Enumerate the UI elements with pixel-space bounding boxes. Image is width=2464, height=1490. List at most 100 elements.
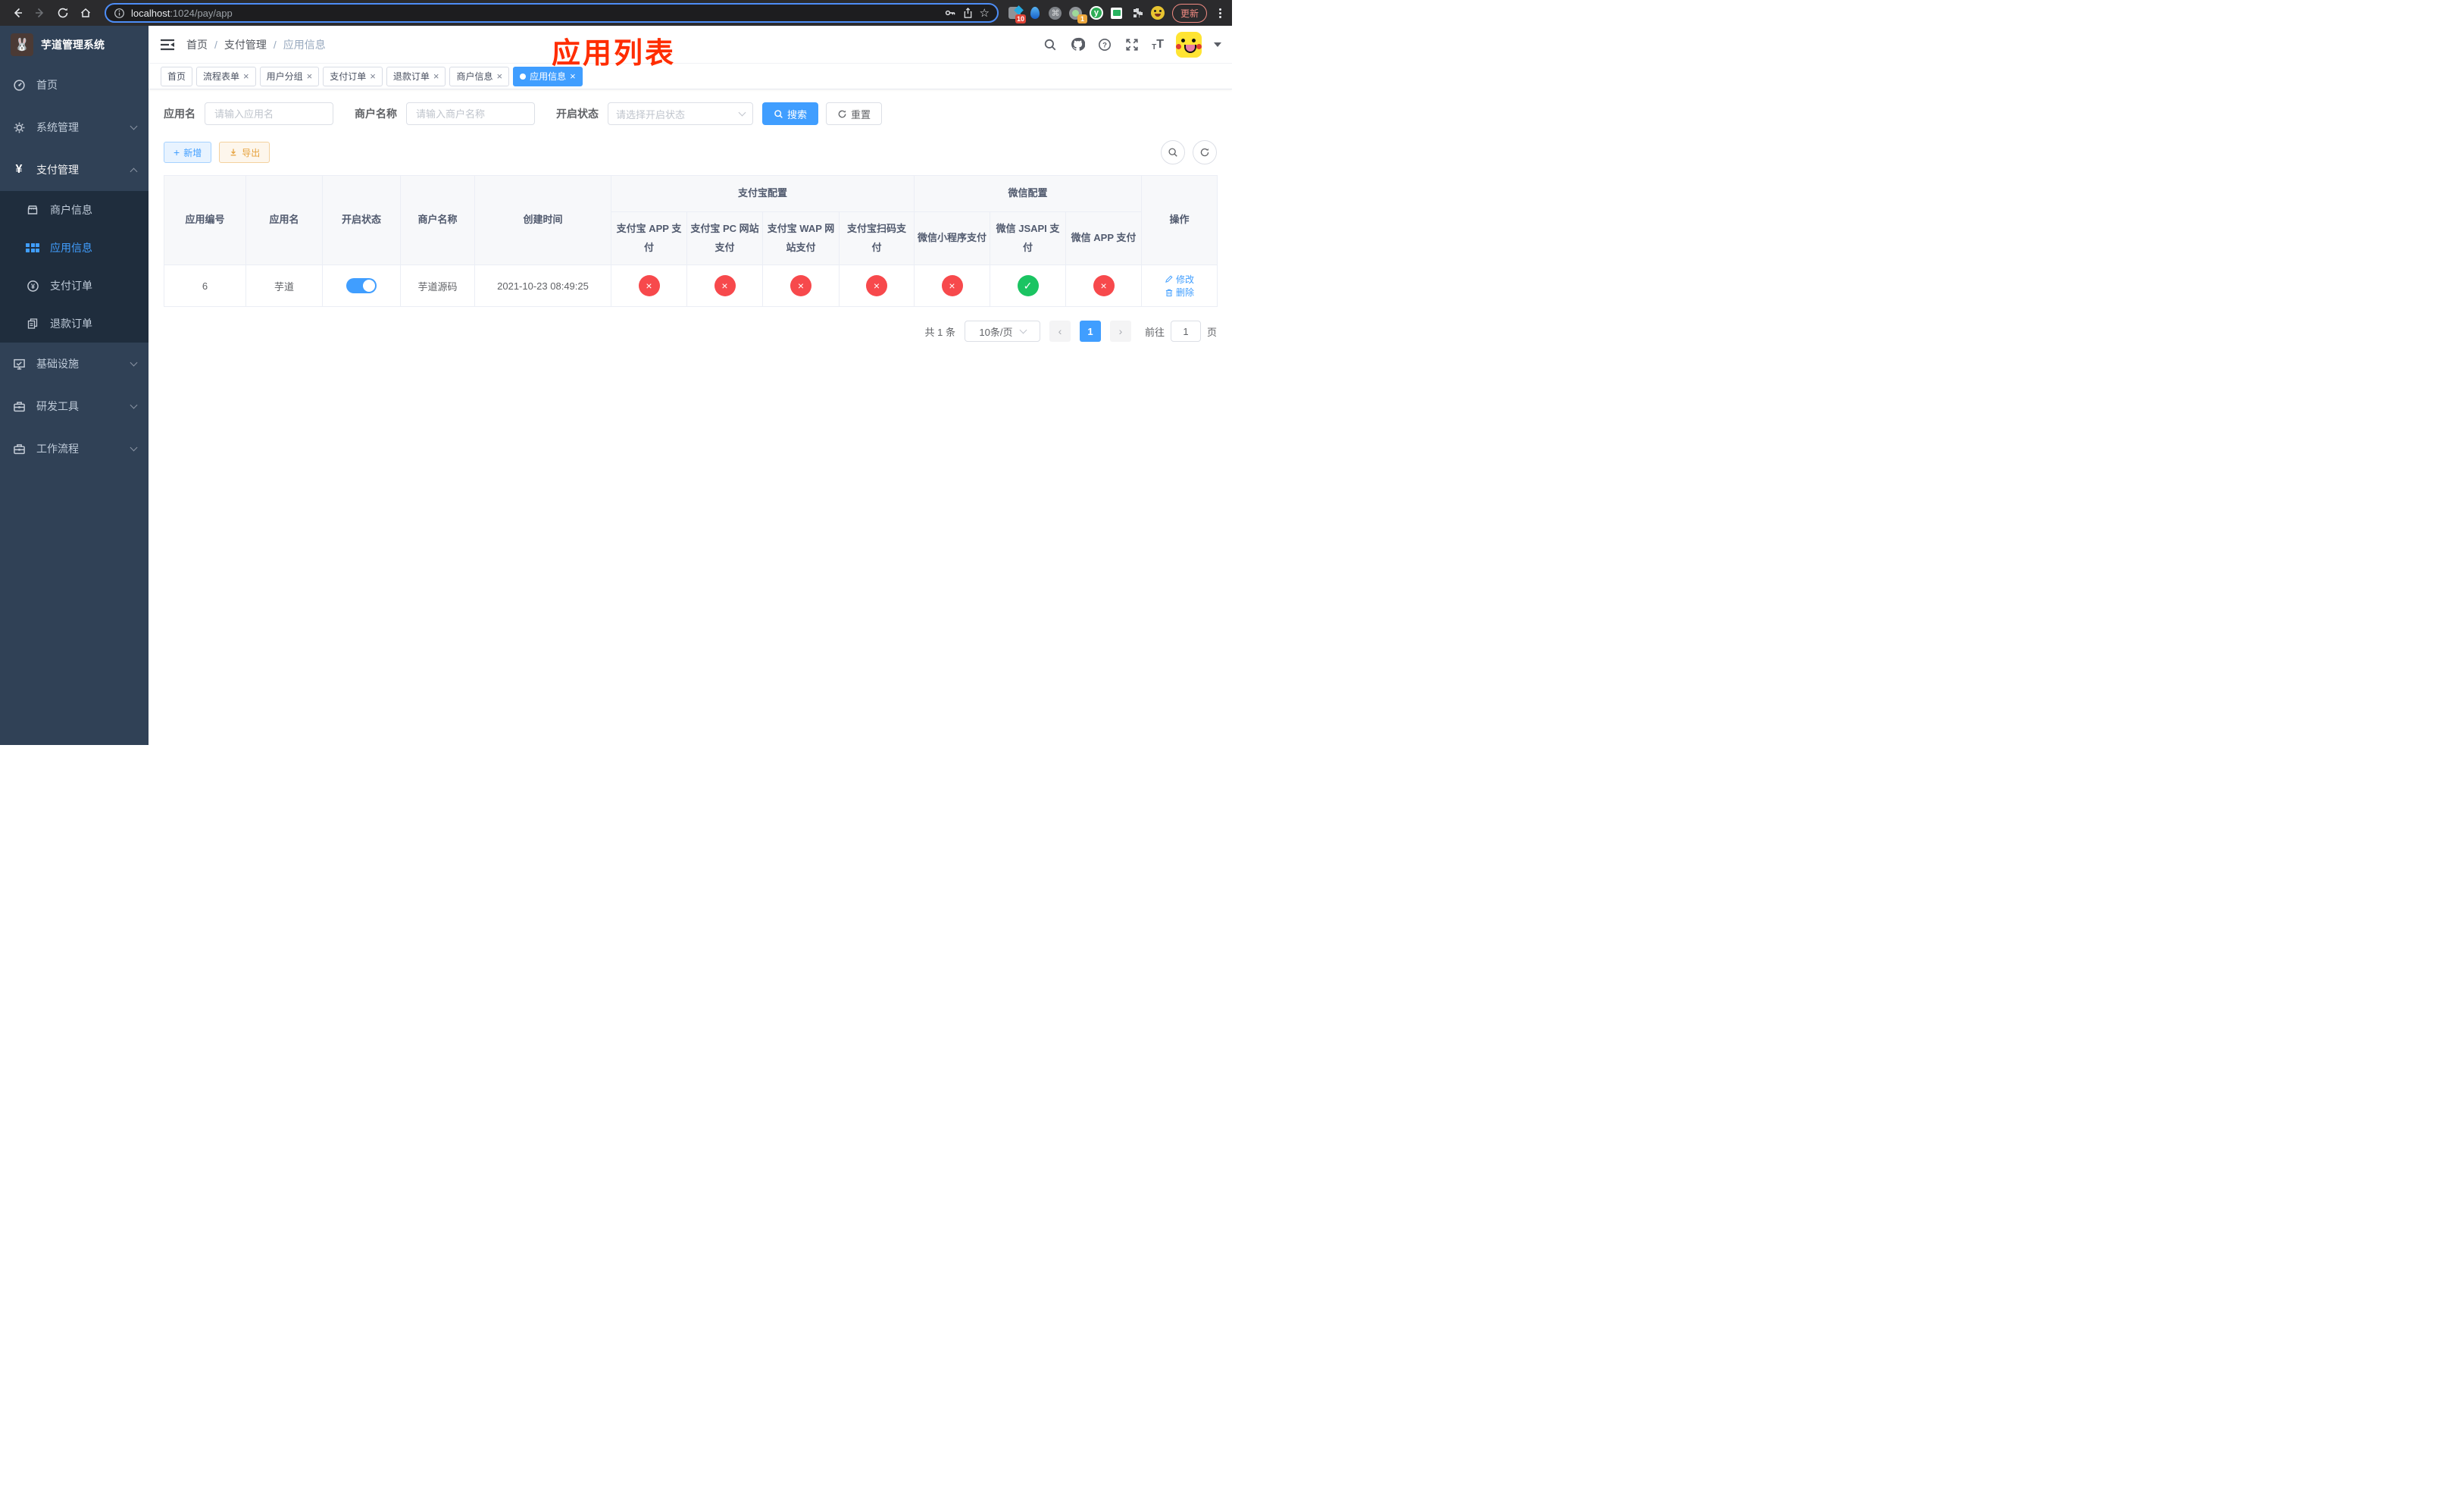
export-button[interactable]: 导出	[219, 142, 270, 163]
tags-view: 首页 流程表单 × 用户分组 × 支付订单 × 退款订单 × 商户信息 × 应用信息 ×	[149, 64, 1232, 89]
sidebar-item-pay-order[interactable]: ¥ 支付订单	[0, 267, 149, 305]
user-menu-caret-icon[interactable]	[1214, 42, 1221, 47]
goto-page-input[interactable]	[1170, 321, 1201, 343]
extensions-puzzle-icon[interactable]	[1130, 6, 1144, 20]
sidebar-item-workflow[interactable]: 工作流程	[0, 427, 149, 470]
chevron-up-icon	[130, 167, 138, 175]
close-icon[interactable]: ×	[307, 71, 313, 81]
github-icon[interactable]	[1070, 37, 1085, 52]
user-avatar[interactable]	[1176, 31, 1202, 58]
next-page-button[interactable]: ›	[1109, 321, 1131, 343]
close-icon[interactable]: ×	[496, 71, 502, 81]
browser-back-icon[interactable]	[8, 3, 27, 23]
col-header-app-name: 应用名	[245, 174, 323, 266]
proxy-extension-icon[interactable]: 1	[1069, 6, 1087, 23]
merchant-name-input[interactable]	[406, 102, 535, 125]
sidebar-item-home[interactable]: 首页	[0, 64, 149, 106]
delete-link[interactable]: 删除	[1165, 286, 1194, 299]
enabled-toggle[interactable]	[346, 278, 377, 294]
add-button[interactable]: + 新增	[164, 142, 212, 163]
sidebar-item-payment[interactable]: ¥ 支付管理	[0, 149, 149, 191]
app-table: 应用编号 应用名 开启状态 商户名称 创建时间 支付宝配置 微信配置 操作 支付…	[164, 174, 1218, 308]
toggle-search-button[interactable]	[1161, 140, 1185, 164]
sidebar-item-dev-tools[interactable]: 研发工具	[0, 385, 149, 427]
breadcrumb: 首页 / 支付管理 / 应用信息	[186, 37, 326, 52]
cell-app-id: 6	[164, 265, 246, 308]
browser-home-icon[interactable]	[76, 3, 95, 23]
group-header-wechat: 微信配置	[914, 175, 1143, 212]
browser-toolbar: localhost:1024/pay/app ☆ 10 ⌘ 1 y 更新	[0, 0, 1232, 26]
wechat-mini-status-icon: ×	[941, 275, 963, 297]
table-grid-icon	[26, 241, 39, 255]
sidebar-item-system[interactable]: 系统管理	[0, 106, 149, 149]
tag-merchant-info[interactable]: 商户信息 ×	[449, 66, 510, 86]
total-count: 共 1 条	[924, 326, 955, 338]
yen-icon: ¥	[15, 163, 23, 176]
svg-text:¥: ¥	[30, 282, 34, 290]
search-button[interactable]: 搜索	[762, 102, 819, 125]
url-text: localhost:1024/pay/app	[131, 7, 233, 19]
refresh-button[interactable]	[1193, 140, 1217, 164]
browser-forward-icon[interactable]	[30, 3, 50, 23]
sidebar-item-merchant-info[interactable]: 商户信息	[0, 191, 149, 229]
status-label: 开启状态	[556, 108, 599, 120]
password-key-icon[interactable]	[944, 7, 956, 19]
sidebar-collapse-icon[interactable]	[159, 36, 176, 53]
breadcrumb-home[interactable]: 首页	[186, 37, 208, 52]
chat-extension-icon[interactable]	[1110, 6, 1124, 20]
profile-avatar-icon[interactable]	[1150, 6, 1165, 20]
share-icon[interactable]	[962, 7, 974, 19]
status-select[interactable]: 请选择开启状态	[608, 102, 753, 125]
extension-badge: 1	[1077, 14, 1087, 23]
app-logo[interactable]: 🐰 芋道管理系统	[0, 26, 149, 64]
sidebar-item-refund-order[interactable]: 退款订单	[0, 305, 149, 343]
wechat-app-status-icon: ×	[1093, 275, 1115, 297]
yen-circle-icon: ¥	[26, 279, 39, 293]
col-header-alipay-pc: 支付宝 PC 网站支付	[686, 211, 763, 266]
fullscreen-icon[interactable]	[1124, 37, 1140, 52]
y-extension-icon[interactable]: y	[1089, 6, 1103, 20]
tag-user-group[interactable]: 用户分组 ×	[259, 66, 320, 86]
app-name-input[interactable]	[205, 102, 333, 125]
tag-refund-order[interactable]: 退款订单 ×	[386, 66, 446, 86]
font-size-icon[interactable]: TT	[1152, 38, 1164, 52]
close-icon[interactable]: ×	[243, 71, 249, 81]
page-number-button[interactable]: 1	[1079, 321, 1101, 343]
edit-link[interactable]: 修改	[1165, 273, 1194, 286]
address-bar[interactable]: localhost:1024/pay/app ☆	[105, 3, 999, 23]
bookmark-star-icon[interactable]: ☆	[980, 6, 990, 20]
adblock-extension-icon[interactable]: 10	[1008, 6, 1026, 23]
sidebar-item-infrastructure[interactable]: 基础设施	[0, 343, 149, 385]
prev-page-button[interactable]: ‹	[1049, 321, 1071, 343]
page-size-select[interactable]: 10条/页	[964, 321, 1040, 343]
search-icon[interactable]	[1043, 37, 1058, 52]
help-icon[interactable]: ?	[1097, 37, 1112, 52]
close-icon[interactable]: ×	[370, 71, 376, 81]
svg-text:?: ?	[1102, 41, 1107, 49]
site-info-icon[interactable]	[114, 8, 125, 19]
monitor-icon	[12, 357, 26, 371]
filter-form: 应用名 商户名称 开启状态 请选择开启状态 搜索	[164, 102, 1217, 125]
browser-reload-icon[interactable]	[53, 3, 73, 23]
extension-badge: 10	[1015, 14, 1026, 23]
chevron-down-icon	[130, 401, 138, 408]
sidebar-item-app-info[interactable]: 应用信息	[0, 229, 149, 267]
tag-app-info[interactable]: 应用信息 ×	[513, 66, 583, 86]
tag-home[interactable]: 首页	[161, 66, 193, 86]
breadcrumb-payment[interactable]: 支付管理	[224, 37, 267, 52]
alipay-app-status-icon: ×	[638, 275, 660, 297]
chrome-update-button[interactable]: 更新	[1171, 3, 1207, 23]
tag-process-form[interactable]: 流程表单 ×	[196, 66, 256, 86]
command-extension-icon[interactable]: ⌘	[1049, 6, 1062, 20]
payment-submenu: 商户信息 应用信息 ¥ 支付订单 退款订单	[0, 191, 149, 343]
chrome-menu-icon[interactable]	[1216, 8, 1224, 18]
reset-button[interactable]: 重置	[826, 102, 883, 125]
tag-pay-order[interactable]: 支付订单 ×	[323, 66, 383, 86]
storefront-icon	[26, 203, 39, 217]
balloon-extension-icon[interactable]	[1028, 6, 1042, 20]
page-unit-label: 页	[1206, 326, 1217, 338]
extension-cluster: 10 ⌘ 1 y	[1008, 6, 1165, 23]
close-icon[interactable]: ×	[570, 71, 576, 81]
close-icon[interactable]: ×	[433, 71, 439, 81]
sidebar: 🐰 芋道管理系统 首页 系统管理 ¥ 支付管理 商户信息 应用信息 ¥ 支付订单…	[0, 26, 149, 745]
